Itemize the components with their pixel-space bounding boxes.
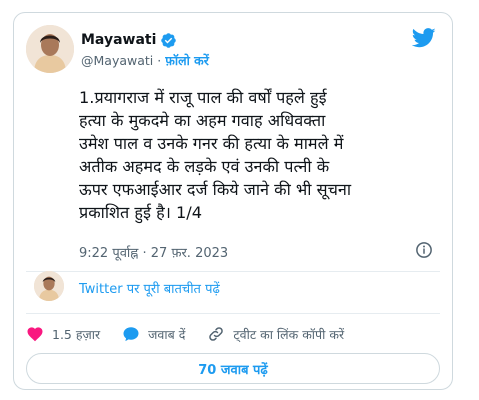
follow-button[interactable]: फ़ॉलो करें [165,53,209,68]
tweet-text-line: 1.प्रयागराज में राजू पाल की वर्षों पहले … [79,88,327,107]
conversation-avatar[interactable] [34,271,64,301]
like-count: 1.5 हज़ार [52,326,101,342]
tweet-text-line: ऊपर एफआईआर दर्ज किये जाने की भी सूचना [79,180,352,199]
heart-icon [27,327,43,342]
tweet-card: Mayawati @Mayawati · फ़ॉलो करें 1.प्रयाग… [13,12,453,390]
author-name[interactable]: Mayawati [81,32,156,48]
speech-bubble-icon [123,327,139,342]
tweet-text-line: हत्या के मुकदमे का अहम गवाह अधिवक्ता [79,111,326,130]
reply-label: जवाब दें [148,326,186,342]
author-avatar[interactable] [26,25,74,73]
tweet-timestamp[interactable]: 9:22 पूर्वाह्न · 27 फ़र. 2023 [79,243,228,261]
author-name-row[interactable]: Mayawati [81,30,177,50]
tweet-text-line: प्रकाशित हुई है। 1/4 [79,203,203,222]
divider [26,271,440,272]
info-icon[interactable] [415,241,433,259]
separator-dot: · [157,53,162,68]
tweet-text-line: उमेश पाल व उनके गनर की हत्या के मामले मे… [79,134,344,153]
tweet-text-line: अतीक अहमद के लड़के एवं उनकी पत्नी के [79,157,330,176]
verified-badge-icon [161,32,177,48]
reply-button[interactable]: जवाब दें [122,325,185,343]
tweet-text: 1.प्रयागराज में राजू पाल की वर्षों पहले … [79,86,449,224]
read-replies-button[interactable]: 70 जवाब पढ़ें [26,353,440,384]
read-conversation-link[interactable]: Twitter पर पूरी बातचीत पढ़ें [79,279,220,297]
like-button[interactable]: 1.5 हज़ार [26,325,100,343]
author-handle[interactable]: @Mayawati [81,53,153,68]
handle-row: @Mayawati · फ़ॉलो करें [81,52,209,69]
action-bar: 1.5 हज़ार जवाब दें ट्वीट का लिंक कॉपी कर… [26,324,366,344]
twitter-bird-icon[interactable] [412,28,436,48]
divider [26,313,440,314]
copy-link-button[interactable]: ट्वीट का लिंक कॉपी करें [207,325,344,343]
link-icon [209,327,224,341]
copy-link-label: ट्वीट का लिंक कॉपी करें [233,326,345,342]
